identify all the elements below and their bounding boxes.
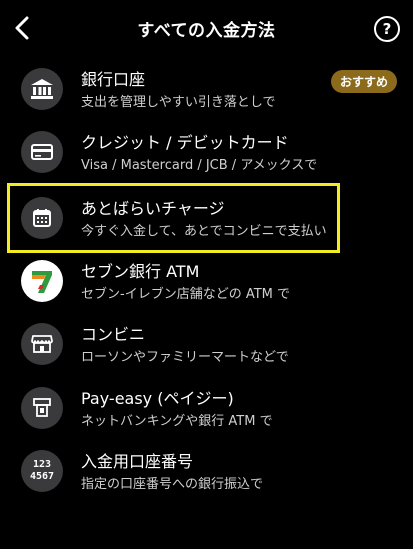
method-description: 支出を管理しやすい引き落としで [81, 95, 276, 110]
method-convenience-store[interactable]: コンビニ ローソンやファミリーマートなどで [0, 313, 413, 375]
method-deposit-account-number[interactable]: 123 4567 入金用口座番号 指定の口座番号への銀行振込で [0, 440, 413, 502]
credit-card-icon [21, 131, 63, 173]
method-seven-bank-atm[interactable]: セブン銀行 ATM セブン-イレブン店舗などの ATM で [0, 250, 413, 312]
icon-text-line: 4567 [29, 471, 55, 482]
store-icon [21, 323, 63, 365]
method-pay-easy[interactable]: Pay-easy (ペイジー) ネットバンキングや銀行 ATM で [0, 377, 413, 439]
method-label: 入金用口座番号 [81, 452, 194, 471]
header: すべての入金方法 ? [0, 0, 413, 56]
method-description: 今すぐ入金して、あとでコンビニで支払い [81, 224, 327, 239]
account-number-icon: 123 4567 [21, 450, 63, 492]
recommended-badge: おすすめ [330, 70, 397, 93]
seven-bank-logo [21, 260, 63, 302]
help-icon: ? [382, 20, 392, 38]
method-credit-card[interactable]: クレジット / デビットカード Visa / Mastercard / JCB … [0, 121, 413, 183]
page-title: すべての入金方法 [137, 21, 276, 41]
method-label: 銀行口座 [81, 70, 146, 89]
method-bank-account[interactable]: 銀行口座 支出を管理しやすい引き落としで おすすめ [0, 58, 413, 120]
method-description: Visa / Mastercard / JCB / アメックスで [81, 158, 318, 173]
method-label: Pay-easy (ペイジー) [81, 389, 234, 408]
method-label: セブン銀行 ATM [81, 262, 200, 281]
method-description: 指定の口座番号への銀行振込で [81, 477, 264, 492]
atm-icon [21, 387, 63, 429]
help-button[interactable]: ? [374, 16, 400, 42]
method-description: ローソンやファミリーマートなどで [81, 350, 289, 365]
method-description: セブン-イレブン店舗などの ATM で [81, 287, 290, 302]
method-description: ネットバンキングや銀行 ATM で [81, 414, 273, 429]
method-label: クレジット / デビットカード [81, 133, 289, 152]
method-atobarai-charge[interactable]: あとばらいチャージ 今すぐ入金して、あとでコンビニで支払い [0, 187, 413, 249]
bank-icon [21, 68, 63, 110]
icon-text-line: 123 [32, 459, 52, 470]
calendar-icon [21, 197, 63, 239]
method-label: コンビニ [81, 325, 146, 344]
method-label: あとばらいチャージ [81, 199, 225, 218]
